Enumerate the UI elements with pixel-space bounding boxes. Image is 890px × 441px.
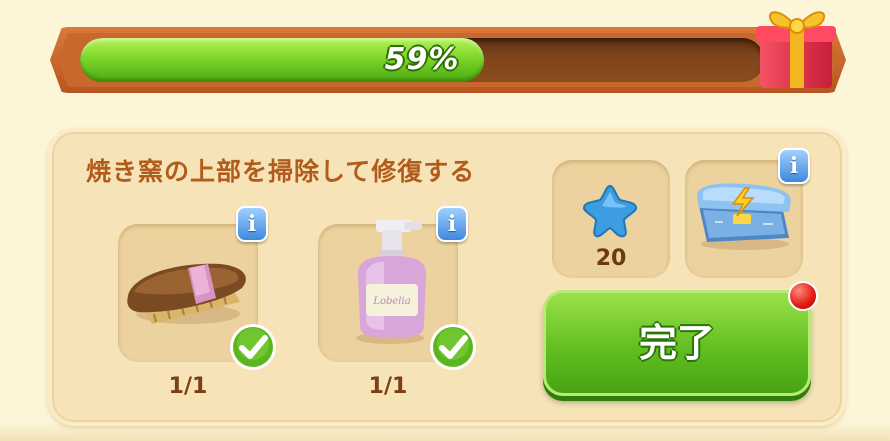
quest-title: 焼き窯の上部を掃除して修復する	[86, 157, 476, 186]
complete-button-label: 完了	[638, 321, 715, 365]
progress-percent-label: 59%	[384, 42, 460, 77]
blue-star-icon	[582, 184, 638, 238]
checkmark-icon	[430, 324, 476, 370]
soap-bottle-icon: Lobelia	[356, 220, 426, 344]
requirement-count-soap: 1/1	[368, 374, 408, 399]
info-button-soap[interactable]: i	[436, 206, 468, 242]
gift-box-icon[interactable]	[754, 0, 838, 92]
reward-amount-stars: 20	[595, 246, 627, 271]
svg-text:Lobelia: Lobelia	[372, 296, 410, 307]
checkmark-icon	[230, 324, 276, 370]
reward-slot-stars[interactable]: 20	[552, 160, 670, 278]
brush-icon	[127, 263, 246, 324]
info-button-chest[interactable]: i	[778, 148, 810, 184]
energy-chest-icon	[697, 183, 791, 250]
requirement-count-brush: 1/1	[168, 374, 208, 399]
notification-dot	[788, 281, 818, 311]
info-button-brush[interactable]: i	[236, 206, 268, 242]
complete-button[interactable]: 完了	[543, 290, 811, 396]
